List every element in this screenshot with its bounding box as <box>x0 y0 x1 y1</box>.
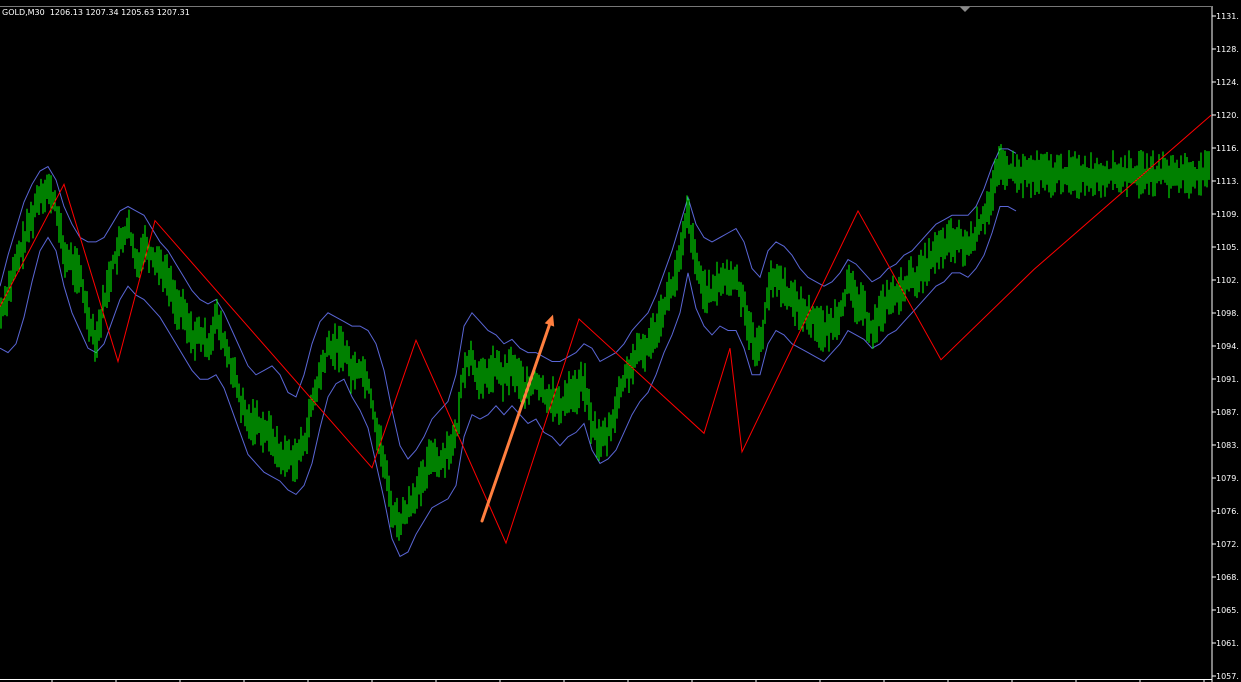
tick-label: 1061. <box>1216 639 1239 648</box>
tick-label: 1128. <box>1216 45 1239 54</box>
tick-label: 1109. <box>1216 210 1239 219</box>
tick-label: 1094. <box>1216 342 1239 351</box>
tick-label: 1057. <box>1216 672 1239 681</box>
tick-label: 1102. <box>1216 276 1239 285</box>
tick-label: 1098. <box>1216 309 1239 318</box>
tick-label: 1091. <box>1216 375 1239 384</box>
tick-label: 1113. <box>1216 177 1239 186</box>
tick-label: 1124. <box>1216 78 1239 87</box>
tick-label: 1072. <box>1216 540 1239 549</box>
tick-label: 1131. <box>1216 12 1239 21</box>
tick-label: 1083. <box>1216 441 1239 450</box>
tick-label: 1105. <box>1216 243 1239 252</box>
tick-label: 1076. <box>1216 507 1239 516</box>
tick-label: 1120. <box>1216 111 1239 120</box>
tick-label: 1068. <box>1216 573 1239 582</box>
tick-label: 1079. <box>1216 474 1239 483</box>
tick-label: 1065. <box>1216 606 1239 615</box>
price-chart[interactable]: 1131. 1128. 1124. 1120. 1116. 1113. 1109. 1105.… <box>0 0 1241 682</box>
tick-label: 1116. <box>1216 144 1239 153</box>
chart-background <box>0 0 1241 682</box>
ohlc-values: 1206.13 1207.34 1205.63 1207.31 <box>49 8 190 17</box>
chart-header: GOLD,M30 1206.13 1207.34 1205.63 1207.31 <box>2 8 190 18</box>
symbol-label: GOLD,M30 <box>2 8 45 17</box>
tick-label: 1087. <box>1216 408 1239 417</box>
